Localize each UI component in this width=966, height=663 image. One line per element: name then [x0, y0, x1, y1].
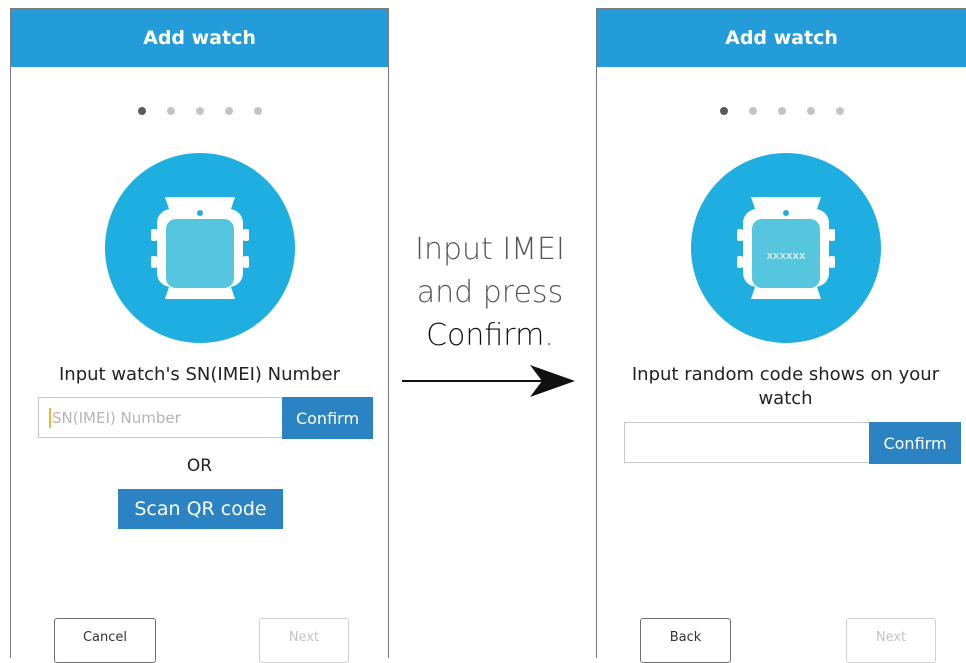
watch-screen-code: xxxxxx — [766, 249, 806, 262]
next-button[interactable]: Next — [259, 618, 349, 663]
instruction-period: . — [544, 318, 554, 353]
back-button[interactable]: Back — [640, 618, 731, 663]
pagination-dots — [11, 107, 388, 115]
imei-input[interactable]: SN(IMEI) Number — [38, 397, 283, 438]
pagination-dot — [835, 107, 844, 115]
pagination-dot — [777, 107, 786, 115]
pagination-dot — [166, 107, 175, 115]
pagination-dot — [195, 107, 204, 115]
instruction-caption: Input IMEI and press Confirm. — [412, 228, 568, 357]
add-watch-screen-step2: Add watch xxxxxx Input random code shows… — [596, 8, 966, 663]
instruction-confirm-word: Confirm — [426, 318, 545, 353]
scan-qr-button[interactable]: Scan QR code — [118, 489, 283, 529]
confirm-button[interactable]: Confirm — [869, 422, 961, 464]
random-code-input[interactable] — [624, 422, 870, 463]
header-title: Add watch — [143, 27, 256, 49]
pagination-dot — [253, 107, 262, 115]
watch-icon — [151, 197, 249, 299]
cancel-button[interactable]: Cancel — [54, 618, 156, 663]
header-title: Add watch — [725, 27, 838, 49]
app-header: Add watch — [597, 9, 966, 67]
pagination-dot — [806, 107, 815, 115]
app-header: Add watch — [11, 9, 388, 67]
or-separator: OR — [186, 456, 213, 476]
pagination-dot-active — [137, 107, 146, 115]
imei-prompt: Input watch's SN(IMEI) Number — [59, 364, 340, 385]
instruction-line3: Confirm. — [412, 314, 568, 357]
next-button[interactable]: Next — [846, 618, 936, 663]
add-watch-screen-step1: Add watch Input watch's SN(IMEI) Number … — [10, 8, 389, 663]
watch-illustration — [105, 153, 295, 343]
watch-icon: xxxxxx — [737, 197, 835, 299]
random-code-prompt: Input random code shows on your watch — [631, 364, 940, 409]
imei-input-placeholder: SN(IMEI) Number — [52, 408, 181, 427]
pagination-dots — [597, 107, 966, 115]
pagination-dot — [748, 107, 757, 115]
instruction-line1: Input IMEI — [415, 232, 565, 267]
confirm-button[interactable]: Confirm — [282, 397, 373, 439]
text-cursor — [49, 407, 51, 428]
pagination-dot — [224, 107, 233, 115]
arrow-right-icon — [402, 365, 575, 397]
watch-illustration: xxxxxx — [691, 153, 881, 343]
pagination-dot-active — [719, 107, 728, 115]
instruction-line2: and press — [416, 275, 564, 310]
